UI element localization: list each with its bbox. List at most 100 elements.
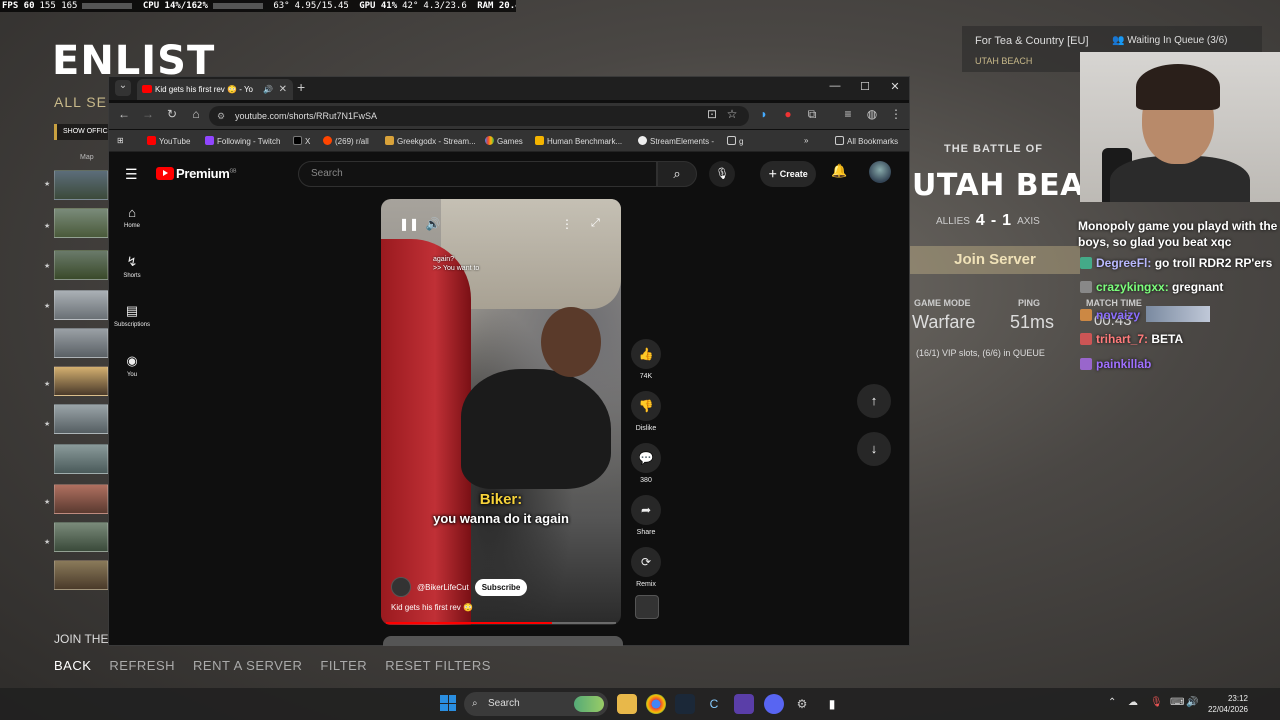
favorite-star-icon[interactable]: ★ — [44, 498, 50, 506]
create-button[interactable]: ＋ Create — [760, 161, 816, 187]
sidebar-item-shorts[interactable]: ↯ Shorts — [109, 254, 155, 279]
home-icon[interactable]: ⌂ — [187, 107, 205, 121]
channel-avatar[interactable] — [391, 577, 411, 597]
map-thumbnail[interactable] — [54, 290, 108, 320]
next-short-down-arrow-icon[interactable]: ↓ — [857, 432, 891, 466]
all-bookmarks[interactable]: All Bookmarks — [835, 136, 898, 146]
media-controls-icon[interactable]: ≡ — [839, 107, 857, 121]
bookmark-star-icon[interactable]: ☆ — [723, 107, 741, 121]
favorite-star-icon[interactable]: ★ — [44, 180, 50, 188]
favorite-star-icon[interactable]: ★ — [44, 262, 50, 270]
comments-button[interactable]: 💬 380 — [629, 443, 663, 484]
map-thumbnail[interactable] — [54, 444, 108, 474]
taskbar-search[interactable]: ⌕ Search — [464, 692, 608, 716]
address-bar[interactable]: ⚙ youtube.com/shorts/RRut7N1FwSA — [209, 106, 749, 126]
browser-tab[interactable]: Kid gets his first rev 😳 - Yo 🔊 ✕ — [137, 79, 293, 100]
favorite-star-icon[interactable]: ★ — [44, 380, 50, 388]
youtube-search-input[interactable]: Search — [298, 161, 657, 187]
new-tab-button[interactable]: + — [297, 79, 305, 95]
site-info-icon[interactable]: ⚙ — [217, 106, 225, 126]
maximize-icon[interactable]: ☐ — [855, 80, 875, 93]
bookmark-youtube[interactable]: YouTube — [147, 136, 190, 146]
favorite-star-icon[interactable]: ★ — [44, 222, 50, 230]
bookmark-greekgodx[interactable]: Greekgodx - Stream... — [385, 136, 476, 146]
onedrive-cloud-icon[interactable]: ☁ — [1128, 697, 1138, 708]
map-thumbnail[interactable] — [54, 484, 108, 514]
bookmark-human-benchmark[interactable]: Human Benchmark... — [535, 136, 622, 146]
apps-grid-icon[interactable]: ⊞ — [117, 136, 124, 145]
bookmark-x[interactable]: X — [293, 136, 310, 146]
sidebar-item-home[interactable]: ⌂ Home — [109, 205, 155, 229]
browser-menu-icon[interactable]: ⋮ — [887, 107, 905, 121]
next-short-preview[interactable] — [383, 636, 623, 646]
remix-button[interactable]: ⟳ Remix — [629, 547, 663, 588]
share-button[interactable]: ➦ Share — [629, 495, 663, 536]
account-avatar[interactable] — [869, 161, 891, 183]
like-button[interactable]: 👍 74K — [629, 339, 663, 380]
speaker-icon[interactable]: 🔊 — [263, 79, 273, 100]
bookmarks-overflow-icon[interactable]: » — [804, 136, 808, 145]
favorite-star-icon[interactable]: ★ — [44, 420, 50, 428]
sound-thumbnail[interactable] — [635, 595, 659, 619]
forward-arrow-icon[interactable]: → — [139, 107, 157, 121]
close-window-icon[interactable]: ✕ — [885, 80, 905, 93]
bookmark-streamelements[interactable]: StreamElements - — [638, 136, 714, 146]
close-tab-icon[interactable]: ✕ — [279, 79, 287, 100]
sidebar-item-you[interactable]: ◉ You — [109, 353, 155, 378]
extensions-puzzle-icon[interactable]: ⧉ — [803, 107, 821, 122]
file-explorer-icon[interactable] — [617, 694, 637, 714]
tray-chevron-up-icon[interactable]: ⌃ — [1108, 697, 1116, 708]
favorite-star-icon[interactable]: ★ — [44, 538, 50, 546]
previous-short-up-arrow-icon[interactable]: ↑ — [857, 384, 891, 418]
video-progress-bar[interactable] — [386, 622, 616, 624]
more-options-icon[interactable]: ⋮ — [561, 217, 573, 231]
sidebar-item-subscriptions[interactable]: ▤ Subscriptions — [109, 303, 155, 328]
map-thumbnail[interactable] — [54, 208, 108, 238]
tab-search-chevron-icon[interactable]: ⌄ — [115, 80, 131, 96]
adblock-icon[interactable]: ● — [779, 107, 797, 121]
join-server-button[interactable]: Join Server — [910, 246, 1080, 274]
shorts-video-player[interactable]: ❚❚ 🔊 ⋮ ⤢ again? >> You want to Biker: you… — [381, 199, 621, 625]
microphone-icon[interactable]: 🎙 — [1150, 697, 1163, 708]
hamburger-menu-icon[interactable]: ☰ — [125, 166, 138, 183]
map-thumbnail[interactable] — [54, 170, 108, 200]
search-icon[interactable]: ⌕ — [657, 161, 697, 187]
install-app-icon[interactable]: ⊡ — [703, 107, 721, 121]
fullscreen-icon[interactable]: ⤢ — [591, 217, 600, 230]
system-clock[interactable]: 23:12 22/04/2026 — [1204, 693, 1248, 715]
profile-avatar-icon[interactable]: ◍ — [863, 107, 881, 121]
settings-gear-icon[interactable]: ⚙ — [792, 694, 812, 714]
map-thumbnail[interactable] — [54, 404, 108, 434]
channel-handle[interactable]: @BikerLifeCut — [417, 583, 469, 592]
notifications-bell-icon[interactable]: 🔔 — [831, 163, 847, 179]
chrome-icon[interactable] — [646, 694, 666, 714]
obs-icon[interactable]: ▮ — [822, 694, 842, 714]
steam-icon[interactable] — [675, 694, 695, 714]
dislike-button[interactable]: 👎 Dislike — [629, 391, 663, 432]
network-icon[interactable]: ⌨ — [1170, 697, 1184, 708]
bookmark-folder-g[interactable]: g — [727, 136, 743, 146]
ccleaner-icon[interactable]: C — [704, 694, 724, 714]
video-title[interactable]: Kid gets his first rev 😳 — [391, 603, 473, 612]
back-arrow-icon[interactable]: ← — [115, 107, 133, 121]
reload-icon[interactable]: ↻ — [163, 107, 181, 121]
discord-icon[interactable] — [764, 694, 784, 714]
rent-server-button[interactable]: RENT A SERVER — [193, 658, 302, 673]
pause-icon[interactable]: ❚❚ — [399, 217, 419, 231]
reset-filters-button[interactable]: RESET FILTERS — [385, 658, 491, 673]
bookmark-twitch[interactable]: Following - Twitch — [205, 136, 280, 146]
bookmark-reddit[interactable]: (269) r/all — [323, 136, 369, 146]
extension-icon[interactable]: ◗ — [755, 107, 773, 121]
back-button[interactable]: BACK — [54, 658, 91, 673]
refresh-button[interactable]: REFRESH — [109, 658, 175, 673]
volume-icon[interactable]: 🔊 — [1186, 697, 1198, 708]
grid-app-icon[interactable] — [734, 694, 754, 714]
bookmark-games[interactable]: Games — [485, 136, 523, 146]
map-thumbnail[interactable] — [54, 522, 108, 552]
map-thumbnail[interactable] — [54, 366, 108, 396]
youtube-logo[interactable]: PremiumGB — [156, 166, 236, 181]
minimize-icon[interactable]: — — [825, 80, 845, 92]
show-official-toggle[interactable]: SHOW OFFICI — [54, 124, 116, 140]
microphone-icon[interactable]: 🎙 — [709, 161, 735, 187]
map-thumbnail[interactable] — [54, 328, 108, 358]
